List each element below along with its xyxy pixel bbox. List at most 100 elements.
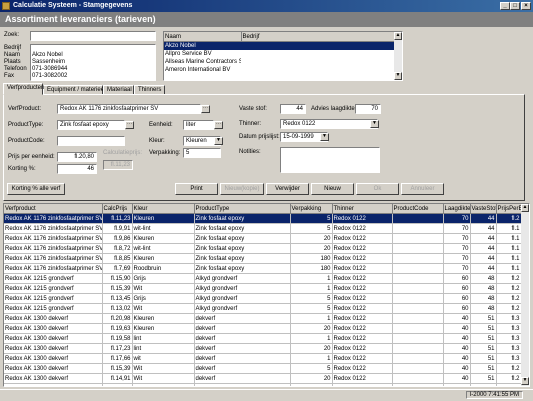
table-cell: fl.9,91 [102, 223, 133, 234]
eenheid-field[interactable]: liter [183, 120, 214, 130]
table-cell: Redox 0122 [332, 253, 393, 264]
grid-col-laagdikte[interactable]: Laagdikte [443, 204, 471, 214]
thinner-dropdown-icon[interactable]: ▼ [370, 120, 379, 128]
products-grid[interactable]: Verfproduct CalcPrijs Kleur ProductType … [3, 203, 530, 387]
table-cell [392, 363, 444, 374]
supplier-col-naam[interactable]: Naam [164, 32, 242, 42]
table-cell: Wit [132, 373, 195, 384]
annuleer-button[interactable]: Annuleer [401, 183, 444, 195]
table-row[interactable]: Redox AK 1176 zinkfosfaatprimer SV fl.8,7… [4, 243, 522, 254]
table-cell: dekverf [194, 373, 291, 384]
table-cell: 5 [290, 223, 333, 234]
table-row[interactable]: Redox AK 1215 grondverf fl.13,45 Grijs Alky… [4, 293, 522, 304]
close-button[interactable]: × [521, 2, 531, 10]
thinner-select[interactable]: Redox 0122 [280, 119, 378, 129]
table-cell [392, 373, 444, 384]
ok-button[interactable]: Ok [356, 183, 399, 195]
table-row[interactable]: Redox AK 1176 zinkfosfaatprimer SV fl.7,6… [4, 263, 522, 274]
kleur-dropdown-icon[interactable]: ▼ [214, 137, 223, 145]
table-cell: 180 [290, 253, 333, 264]
table-row[interactable]: Redox AK 1215 grondverf fl.15,39 Wit Alkyd … [4, 283, 522, 294]
table-row[interactable]: Redox AK 1300 dekverf fl.19,63 Kleuren dekv… [4, 323, 522, 334]
table-row[interactable]: Redox AK 1300 dekverf fl.17,23 lint dekverf… [4, 343, 522, 354]
vastestof-field[interactable]: 44 [280, 104, 306, 114]
table-row[interactable]: Redox AK 1215 grondverf fl.13,02 Wit Alkyd … [4, 303, 522, 314]
nieuw-kopie-button[interactable]: Nieuw(kopie) [220, 183, 264, 195]
grid-col-kleur[interactable]: Kleur [132, 204, 195, 214]
scroll-up-arrow[interactable]: ▲ [394, 32, 402, 40]
nieuw-button[interactable]: Nieuw [311, 183, 354, 195]
search-input[interactable] [30, 31, 156, 41]
table-cell: fl.17,66 [102, 353, 133, 364]
supplier-row[interactable]: Allpro Service BV [164, 50, 395, 58]
value-telefoon: 071-3086944 [32, 66, 68, 72]
table-cell: 5 [290, 383, 333, 386]
table-cell: 40 [443, 373, 471, 384]
supplier-row[interactable]: Allseas Marine Contractors SA [164, 58, 395, 66]
grid-col-calcprijs[interactable]: CalcPrijs [102, 204, 133, 214]
supplier-row[interactable]: Akzo Nobel [164, 41, 395, 50]
window-title: Calculatie Systeem - Stamgegevens [13, 2, 133, 9]
table-row[interactable]: Redox AK 1176 zinkfosfaatprimer SV fl.8,8… [4, 253, 522, 264]
notities-field[interactable] [280, 147, 380, 173]
tab-verfproducten[interactable]: Verfproducten [3, 83, 44, 95]
table-row[interactable]: Redox AK 1215 grondverf fl.15,90 Grijs Alky… [4, 273, 522, 284]
table-cell: fl.2 [496, 213, 522, 224]
table-cell: 40 [443, 313, 471, 324]
print-button[interactable]: Print [175, 183, 218, 195]
table-cell: Redox AK 1215 grondverf [4, 303, 103, 314]
productcode-field[interactable] [57, 136, 125, 146]
table-cell: Redox AK 1176 zinkfosfaatprimer SV [4, 243, 103, 254]
grid-scroll-up-arrow[interactable]: ▲ [521, 204, 529, 212]
grid-col-vastestof[interactable]: VasteStof [470, 204, 497, 214]
grid-col-producttype[interactable]: ProductType [194, 204, 291, 214]
grid-scroll-down-arrow[interactable]: ▼ [521, 377, 529, 385]
table-cell: 40 [443, 323, 471, 334]
table-cell: 70 [443, 263, 471, 274]
supplier-row[interactable]: Ameron International BV [164, 66, 395, 74]
producttype-field[interactable]: Zink fosfaat epoxy [57, 120, 125, 130]
table-cell: fl.13,45 [102, 293, 133, 304]
verwijder-button[interactable]: Verwijder [266, 183, 309, 195]
korting-field[interactable]: 46 [57, 164, 97, 174]
verfproduct-field[interactable]: Redox AK 1176 zinkfosfaatprimer SV [57, 104, 201, 114]
table-row[interactable]: Redox AK 1307 spuitlak hoogglansfl.13,26… [4, 383, 522, 386]
table-cell: Roodbruin [132, 263, 195, 274]
grid-col-productcode[interactable]: ProductCode [392, 204, 444, 214]
table-row[interactable]: Redox AK 1300 dekverf fl.17,66 wit dekverf 1… [4, 353, 522, 364]
page-title: Assortiment leveranciers (tarieven) [5, 14, 156, 24]
verfproduct-lookup-button[interactable]: ··· [201, 105, 210, 113]
table-row[interactable]: Redox AK 1300 dekverf fl.19,58 lint dekverf… [4, 333, 522, 344]
table-row[interactable]: Redox AK 1300 dekverf fl.14,91 Wit dekverf 2… [4, 373, 522, 384]
table-row[interactable]: Redox AK 1176 zinkfosfaatprimer SV fl.9,9… [4, 223, 522, 234]
supplier-list-scrollbar[interactable]: ▲ ▼ [394, 32, 402, 80]
grid-scrollbar[interactable]: ▲ ▼ [521, 204, 529, 386]
minimize-button[interactable]: _ [500, 2, 510, 10]
table-cell [392, 273, 444, 284]
table-cell: Redox 0122 [332, 243, 393, 254]
datum-dropdown-icon[interactable]: ▼ [320, 133, 329, 141]
supplier-list[interactable]: Naam Bedrijf Akzo Nobel Allpro Service BV… [163, 31, 403, 81]
table-cell [392, 233, 444, 244]
table-row[interactable]: Redox AK 1300 dekverf fl.20,98 Kleuren dekv… [4, 313, 522, 324]
table-cell: Redox AK 1300 dekverf [4, 373, 103, 384]
supplier-table: Naam Bedrijf Akzo Nobel Allpro Service BV… [164, 32, 396, 74]
verpakking-field[interactable]: 5 [183, 148, 221, 158]
producttype-lookup-button[interactable]: ··· [125, 121, 134, 129]
table-cell: Redox 0122 [332, 213, 393, 224]
table-row[interactable]: Redox AK 1176 zinkfosfaatprimer SV fl.11,… [4, 213, 522, 224]
prijs-field[interactable]: fl.20,80 [57, 152, 97, 162]
table-row[interactable]: Redox AK 1300 dekverf fl.15,39 Wit dekverf 5… [4, 363, 522, 374]
grid-col-verfproduct[interactable]: Verfproduct [4, 204, 103, 214]
scroll-down-arrow[interactable]: ▼ [394, 72, 402, 80]
maximize-button[interactable]: □ [510, 2, 520, 10]
grid-col-prijsperee[interactable]: PrijsPerEe [496, 204, 522, 214]
korting-alle-verf-button[interactable]: Korting % alle verf [7, 183, 65, 195]
grid-col-thinner[interactable]: Thinner [332, 204, 393, 214]
label-bedrijf: Bedrijf [4, 45, 22, 51]
grid-col-verpakking[interactable]: Verpakking [290, 204, 333, 214]
eenheid-lookup-button[interactable]: ··· [214, 121, 223, 129]
supplier-col-bedrijf[interactable]: Bedrijf [241, 32, 396, 42]
advies-field[interactable]: 70 [355, 104, 381, 114]
table-row[interactable]: Redox AK 1176 zinkfosfaatprimer SV fl.9,8… [4, 233, 522, 244]
